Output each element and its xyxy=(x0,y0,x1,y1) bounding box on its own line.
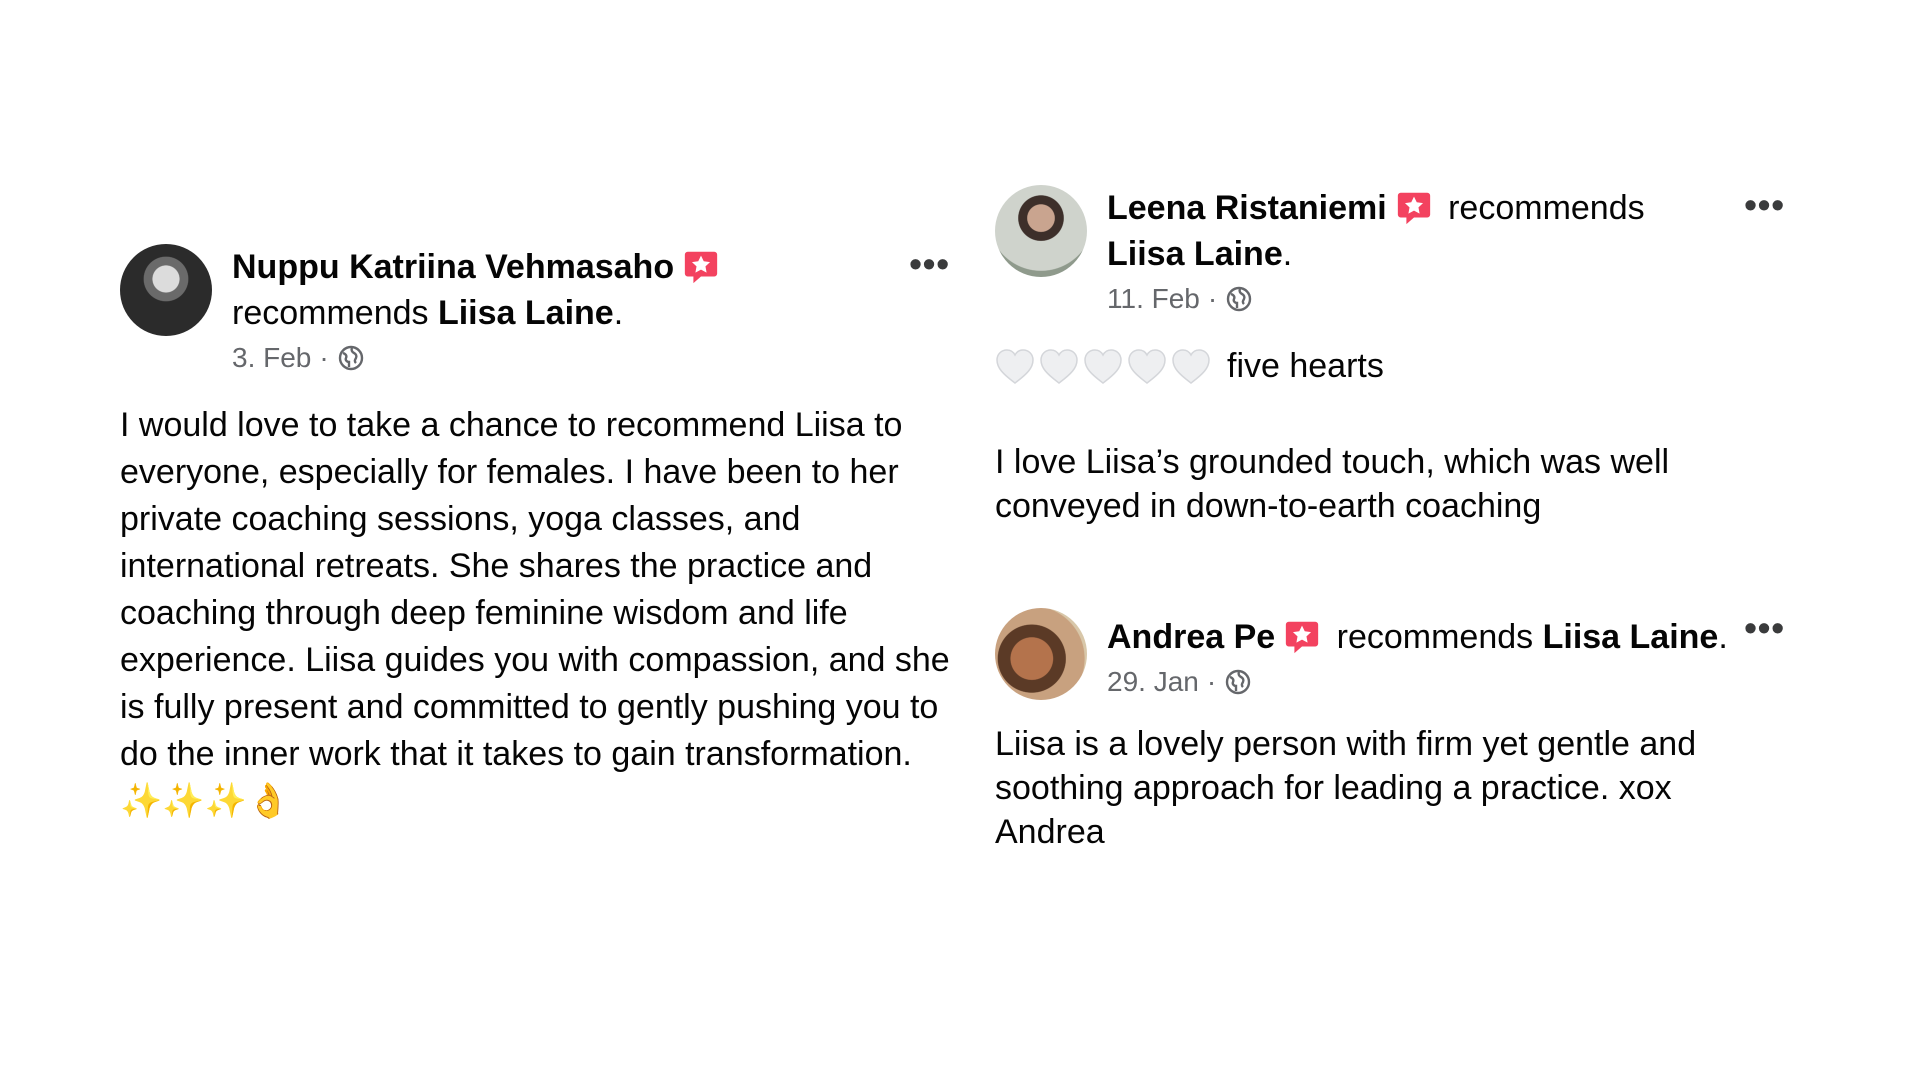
recommendations-page: Nuppu Katriina Vehmasaho recommends Liis… xyxy=(0,0,1920,1080)
recommendation-badge-icon xyxy=(1286,621,1319,654)
avatar[interactable] xyxy=(995,608,1087,700)
more-options-button[interactable]: ••• xyxy=(1744,610,1785,646)
more-options-button[interactable]: ••• xyxy=(909,246,950,282)
recommended-page-name[interactable]: Liisa Laine xyxy=(1543,618,1719,656)
review-headline: Leena Ristaniemi recommends Liisa Laine.… xyxy=(1107,185,1645,319)
white-heart-icon xyxy=(1040,348,1078,384)
recommends-text: recommends xyxy=(1448,189,1645,227)
white-heart-icon xyxy=(1128,348,1166,384)
review-date[interactable]: 11. Feb xyxy=(1107,279,1200,319)
review-meta: 29. Jan · xyxy=(1107,662,1728,702)
review-body: I would love to take a chance to recomme… xyxy=(120,406,950,773)
review-meta: 11. Feb · xyxy=(1107,279,1645,319)
headline-period: . xyxy=(1282,235,1293,273)
review-headline: Andrea Pe recommends Liisa Laine. 29. Ja… xyxy=(1107,614,1728,702)
review-body: Liisa is a lovely person with firm yet g… xyxy=(995,725,1697,851)
meta-separator: · xyxy=(1207,283,1218,314)
headline-period: . xyxy=(613,294,624,332)
review-card: Nuppu Katriina Vehmasaho recommends Liis… xyxy=(120,244,950,825)
globe-icon[interactable] xyxy=(1224,668,1252,696)
headline-period: . xyxy=(1718,618,1728,656)
avatar[interactable] xyxy=(995,185,1087,277)
hearts-label: five hearts xyxy=(1227,347,1384,385)
review-header: Nuppu Katriina Vehmasaho recommends Liis… xyxy=(120,244,950,378)
recommended-page-name[interactable]: Liisa Laine xyxy=(438,294,614,332)
more-options-button[interactable]: ••• xyxy=(1744,187,1785,223)
review-text: I would love to take a chance to recomme… xyxy=(120,402,950,825)
meta-separator: · xyxy=(319,342,329,373)
author-name[interactable]: Andrea Pe xyxy=(1107,618,1275,656)
recommended-page-name[interactable]: Liisa Laine xyxy=(1107,235,1283,273)
meta-separator: · xyxy=(1206,666,1217,697)
globe-icon[interactable] xyxy=(1225,285,1253,313)
recommends-text: recommends xyxy=(232,294,429,332)
review-card: Andrea Pe recommends Liisa Laine. 29. Ja… xyxy=(995,608,1785,854)
review-date[interactable]: 3. Feb xyxy=(232,338,311,378)
author-name[interactable]: Nuppu Katriina Vehmasaho xyxy=(232,248,674,286)
review-header: Andrea Pe recommends Liisa Laine. 29. Ja… xyxy=(995,608,1785,702)
white-heart-icon xyxy=(1084,348,1122,384)
avatar[interactable] xyxy=(120,244,212,336)
review-body: I love Liisa’s grounded touch, which was… xyxy=(995,443,1670,525)
white-heart-icon xyxy=(1172,348,1210,384)
recommendation-badge-icon xyxy=(684,251,718,284)
recommends-text: recommends xyxy=(1336,618,1534,656)
review-meta: 3. Feb · xyxy=(232,338,726,378)
hearts-rating: five hearts xyxy=(995,347,1785,386)
review-date[interactable]: 29. Jan xyxy=(1107,662,1199,702)
review-header: Leena Ristaniemi recommends Liisa Laine.… xyxy=(995,185,1785,319)
white-heart-icon xyxy=(996,348,1034,384)
review-headline: Nuppu Katriina Vehmasaho recommends Liis… xyxy=(232,244,726,378)
globe-icon[interactable] xyxy=(337,344,365,372)
author-name[interactable]: Leena Ristaniemi xyxy=(1107,189,1387,227)
recommendation-badge-icon xyxy=(1397,192,1430,225)
review-card: Leena Ristaniemi recommends Liisa Laine.… xyxy=(995,185,1785,528)
sparkles-ok-emoji: ✨✨✨👌 xyxy=(120,782,290,820)
